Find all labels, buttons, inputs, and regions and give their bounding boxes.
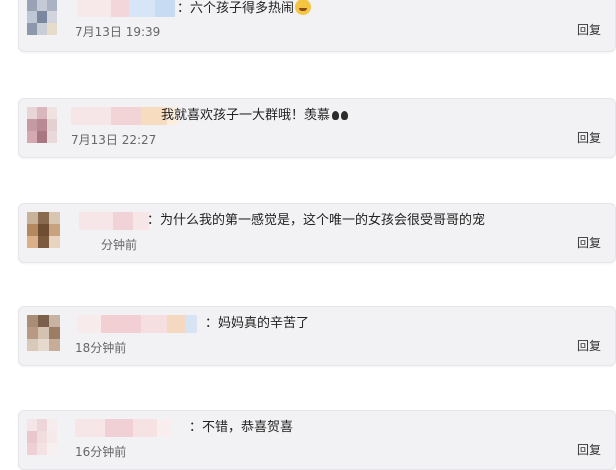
comment-time: 分钟前 xyxy=(101,238,138,252)
laugh-cry-emoji-icon xyxy=(295,0,312,15)
comment-text: ：不错，恭喜贺喜 xyxy=(189,420,294,435)
comment-card: ：不错，恭喜贺喜 16分钟前 回复 xyxy=(18,410,616,470)
reply-button[interactable]: 回复 xyxy=(577,22,601,38)
comment-time: 16分钟前 xyxy=(75,445,127,459)
comment-text: 我就喜欢孩子一大群哦！羡慕 xyxy=(161,107,349,125)
reply-button[interactable]: 回复 xyxy=(577,442,601,458)
comment-card: ：妈妈真的辛苦了 18分钟前 回复 xyxy=(18,306,616,366)
username-blurred[interactable] xyxy=(77,0,175,17)
comment-card: ：为什么我的第一感觉是，这个唯一的女孩会很受哥哥的宠 分钟前 回复 xyxy=(18,203,616,263)
avatar[interactable] xyxy=(27,315,60,351)
comment-time: 7月13日 22:27 xyxy=(71,133,157,147)
comment-card: 我就喜欢孩子一大群哦！羡慕 7月13日 22:27 回复 xyxy=(18,98,616,158)
avatar[interactable] xyxy=(27,0,57,35)
comment-text: ：为什么我的第一感觉是，这个唯一的女孩会很受哥哥的宠 xyxy=(147,213,486,228)
comment-card: ：六个孩子得多热闹 7月13日 19:39 回复 xyxy=(18,0,616,52)
reply-button[interactable]: 回复 xyxy=(577,235,601,251)
reply-button[interactable]: 回复 xyxy=(577,338,601,354)
comment-time: 18分钟前 xyxy=(75,341,127,355)
reply-button[interactable]: 回复 xyxy=(577,130,601,146)
comment-text: ：六个孩子得多热闹 xyxy=(177,0,312,18)
username-blurred[interactable] xyxy=(77,315,197,333)
avatar[interactable] xyxy=(27,419,57,455)
clap-emoji-icon xyxy=(332,111,340,120)
avatar[interactable] xyxy=(27,107,57,143)
clap-emoji-icon xyxy=(341,111,349,120)
avatar[interactable] xyxy=(27,212,60,248)
username-blurred[interactable] xyxy=(79,212,149,230)
username-blurred[interactable] xyxy=(75,419,171,437)
comment-text: ：妈妈真的辛苦了 xyxy=(205,316,310,331)
comment-time: 7月13日 19:39 xyxy=(75,25,161,39)
